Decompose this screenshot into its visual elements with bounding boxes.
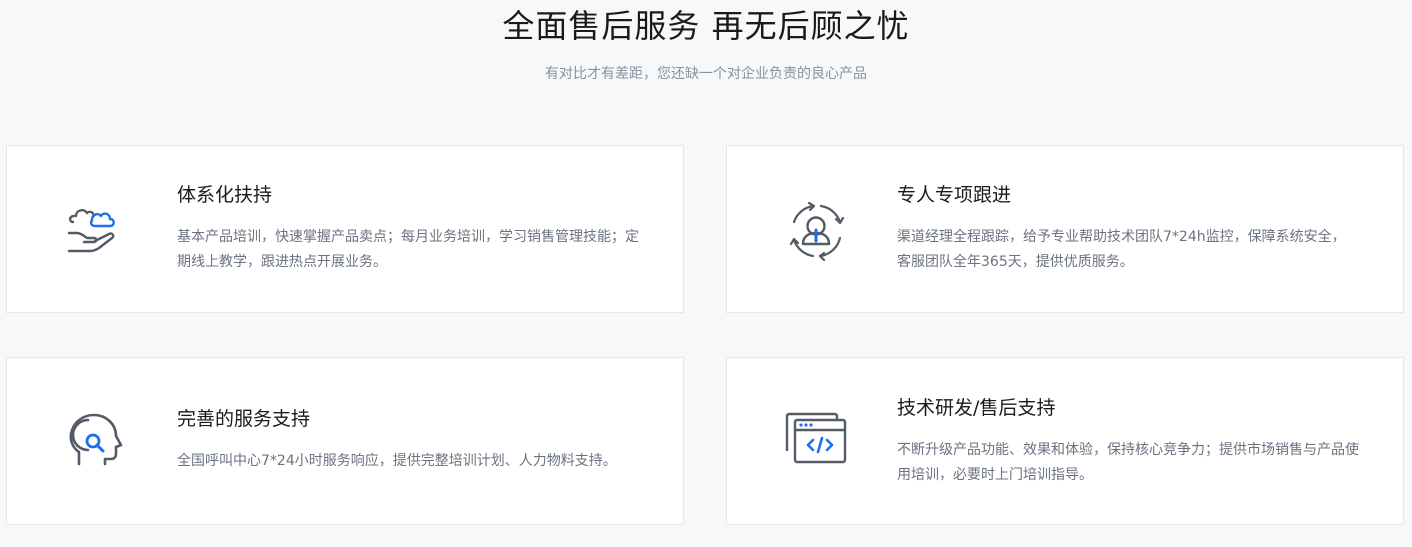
person-refresh-icon [785,200,847,262]
card-description: 渠道经理全程跟踪，给予专业帮助技术团队7*24h监控，保障系统安全，客服团队全年… [897,229,1346,270]
feature-card-rd-after-sales: 技术研发/售后支持 不断升级产品功能、效果和体验，保持核心竞争力；提供市场销售与… [726,357,1404,525]
code-window-icon [785,410,847,472]
card-description: 不断升级产品功能、效果和体验，保持核心竞争力；提供市场销售与产品使用培训，必要时… [897,442,1359,483]
card-title: 完善的服务支持 [177,408,311,430]
card-description: 基本产品培训，快速掌握产品卖点；每月业务培训，学习销售管理技能；定期线上教学，跟… [177,229,639,270]
card-title: 专人专项跟进 [897,184,1012,206]
feature-card-service-support: 完善的服务支持 全国呼叫中心7*24小时服务响应，提供完整培训计划、人力物料支持… [6,357,684,525]
head-search-icon [65,410,127,472]
feature-card-dedicated-follow-up: 专人专项跟进 渠道经理全程跟踪，给予专业帮助技术团队7*24h监控，保障系统安全… [726,145,1404,313]
section-subtitle: 有对比才有差距，您还缺一个对企业负责的良心产品 [545,66,867,82]
hand-cloud-icon [65,200,127,262]
card-title: 技术研发/售后支持 [897,397,1056,419]
card-description: 全国呼叫中心7*24小时服务响应，提供完整培训计划、人力物料支持。 [177,453,617,469]
section-title: 全面售后服务 再无后顾之忧 [502,7,910,45]
feature-card-systematic-support: 体系化扶持 基本产品培训，快速掌握产品卖点；每月业务培训，学习销售管理技能；定期… [6,145,684,313]
card-title: 体系化扶持 [177,184,273,206]
